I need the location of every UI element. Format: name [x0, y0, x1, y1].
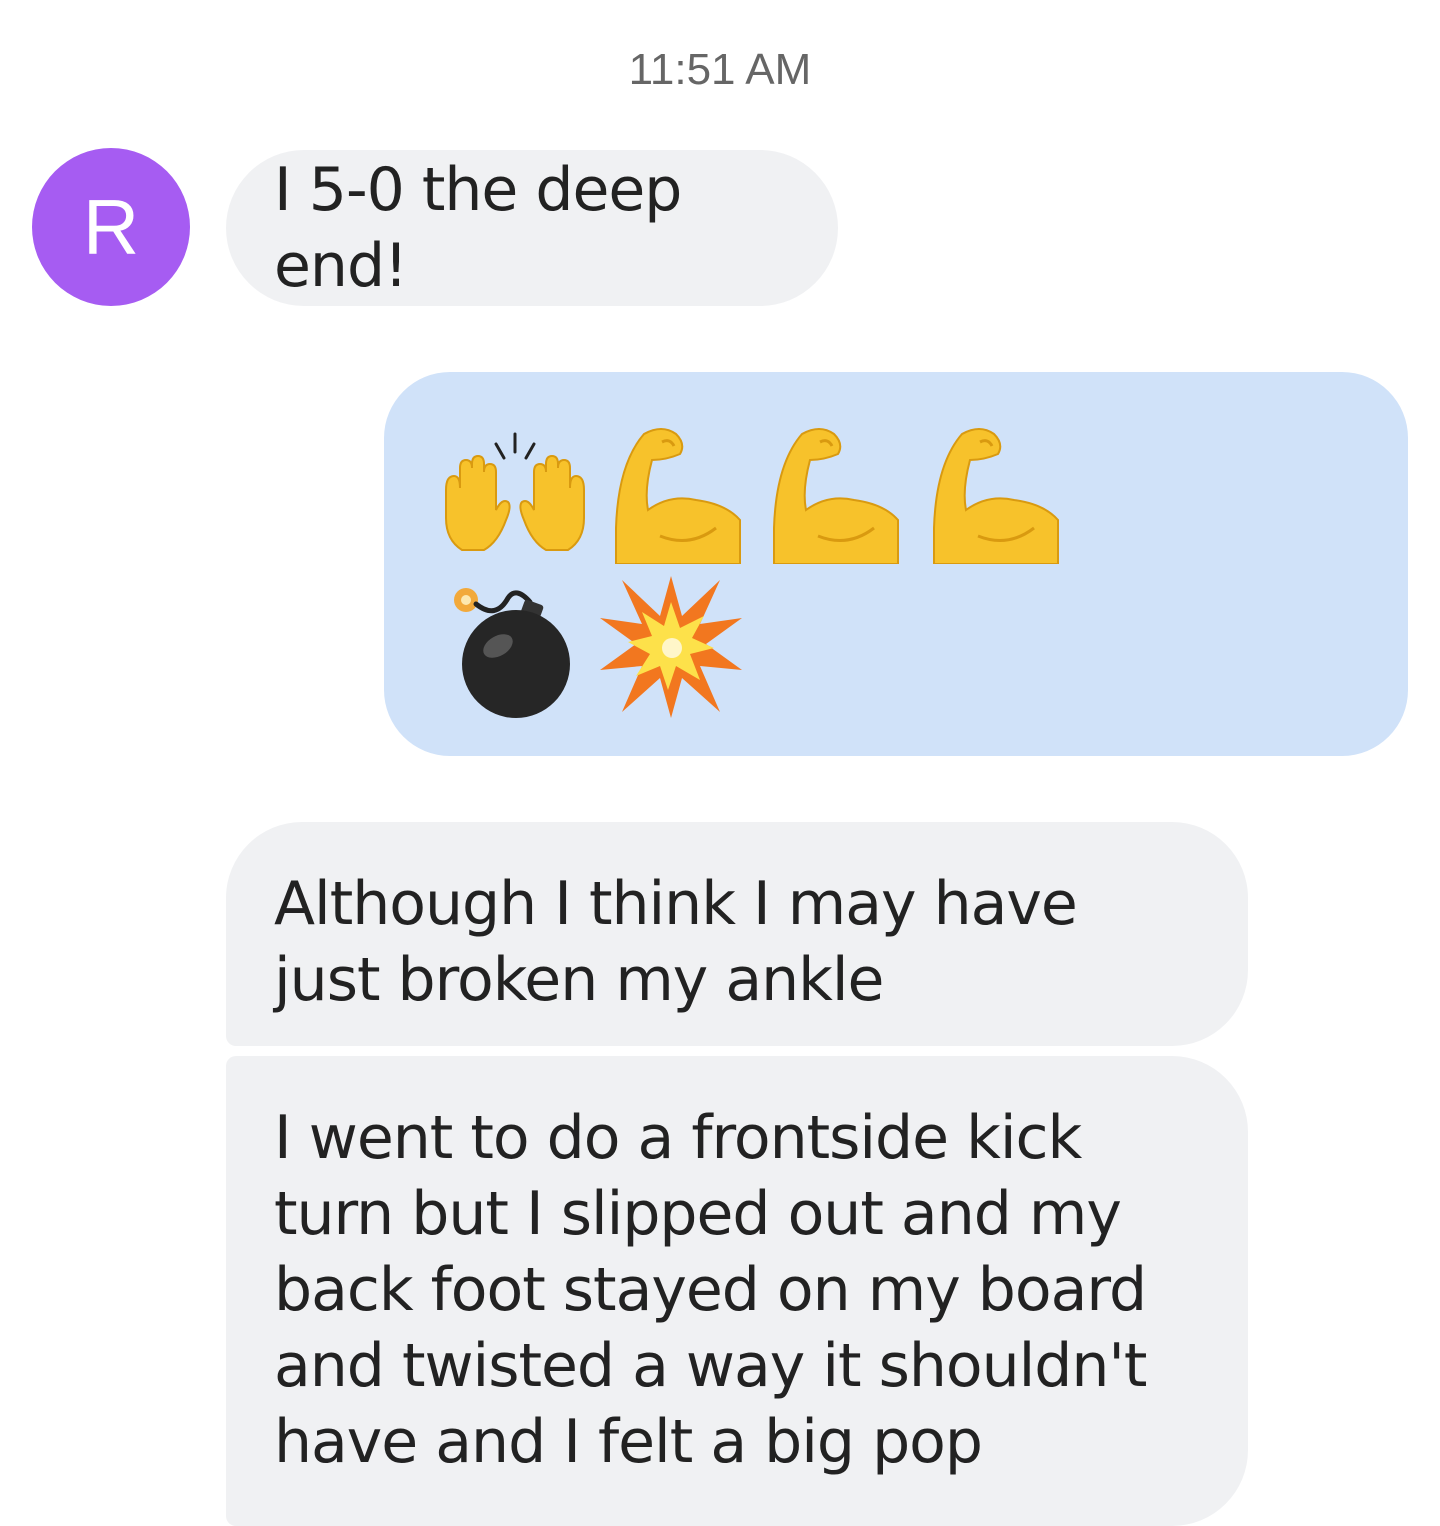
- avatar-initial: R: [82, 182, 140, 271]
- message-timestamp: 11:51 AM: [628, 45, 812, 94]
- bomb-icon: [454, 588, 570, 718]
- flexed-biceps-icon: [933, 428, 1059, 564]
- raising-hands-icon: [445, 432, 585, 551]
- contact-avatar[interactable]: R: [32, 148, 190, 306]
- incoming-message-bubble[interactable]: Although I think I may have just broken …: [226, 822, 1248, 1046]
- message-text: I 5-0 the deep end!: [274, 155, 682, 301]
- flexed-biceps-icon: [773, 428, 899, 564]
- message-text: Although I think I may have just broken …: [274, 869, 1078, 1015]
- collision-icon: [600, 576, 742, 718]
- incoming-message-bubble[interactable]: I 5-0 the deep end!: [226, 150, 838, 306]
- outgoing-message-bubble[interactable]: [384, 372, 1408, 756]
- incoming-message-bubble[interactable]: I went to do a frontside kick turn but I…: [226, 1056, 1248, 1526]
- flexed-biceps-icon: [615, 428, 741, 564]
- message-text: I went to do a frontside kick turn but I…: [274, 1103, 1147, 1477]
